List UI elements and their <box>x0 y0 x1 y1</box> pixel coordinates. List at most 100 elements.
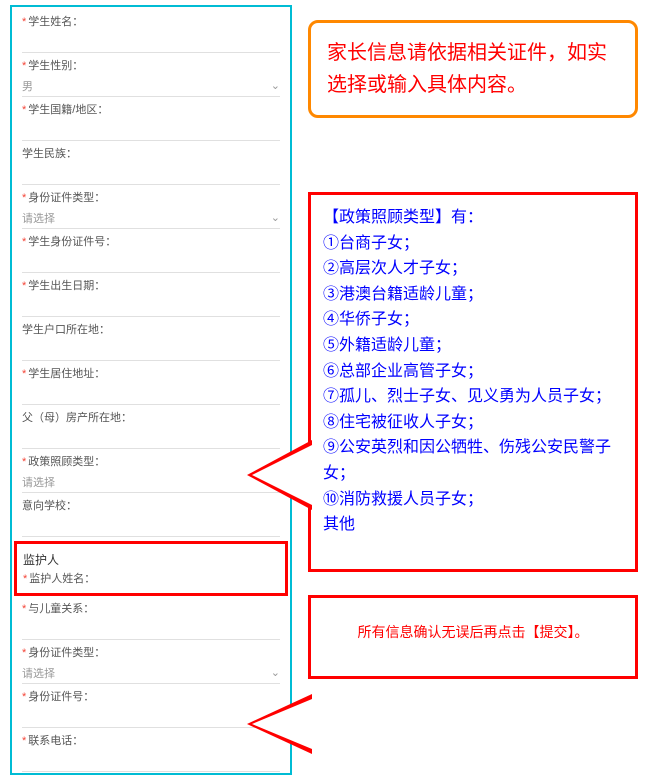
form-field: *政策照顾类型： 请选择⌄ <box>22 453 280 493</box>
select-input[interactable]: 男⌄ <box>22 75 280 97</box>
text-input[interactable] <box>22 31 280 53</box>
select-value: 男 <box>22 78 33 94</box>
text-input[interactable] <box>22 339 280 361</box>
text-input[interactable] <box>22 251 280 273</box>
chevron-down-icon: ⌄ <box>271 79 280 92</box>
form-field: *身份证件类型： 请选择 ⌄ <box>22 644 280 684</box>
field-label: 父（母）房产所在地： <box>22 409 280 425</box>
text-input[interactable] <box>22 163 280 185</box>
required-star: * <box>22 236 26 248</box>
chevron-down-icon: ⌄ <box>271 666 280 679</box>
field-label-text: 父（母）房产所在地： <box>22 412 132 424</box>
field-label-text: 学生民族： <box>22 148 77 160</box>
policy-item: ⑦孤儿、烈士子女、见义勇为人员子女； <box>323 384 623 410</box>
field-label-text: 与儿童关系： <box>28 603 94 615</box>
field-label: 学生户口所在地： <box>22 321 280 337</box>
info-callout-guardian: 家长信息请依据相关证件，如实选择或输入具体内容。 <box>308 20 638 118</box>
field-label: *与儿童关系： <box>22 600 280 616</box>
field-label-text: 学生性别： <box>28 60 83 72</box>
policy-item: ③港澳台籍适龄儿童； <box>323 282 623 308</box>
field-label-text: 学生身份证件号： <box>28 236 116 248</box>
required-star: * <box>22 192 26 204</box>
field-label-text: 学生姓名： <box>28 16 83 28</box>
info-callout-submit: 所有信息确认无误后再点击【提交】。 <box>308 595 638 679</box>
form-field: 父（母）房产所在地： <box>22 409 280 449</box>
required-star: * <box>22 647 26 659</box>
text-input[interactable] <box>22 750 280 772</box>
form-field: 学生民族： <box>22 145 280 185</box>
text-input[interactable] <box>22 427 280 449</box>
field-label-text: 学生国籍/地区： <box>28 104 108 116</box>
text-input[interactable] <box>22 618 280 640</box>
field-label: 学生民族： <box>22 145 280 161</box>
form-field: *学生出生日期： <box>22 277 280 317</box>
guardian-section-box: 监护人 *监护人姓名： <box>14 541 288 596</box>
field-label: *身份证件号： <box>22 688 280 704</box>
field-label: *联系电话： <box>22 732 280 748</box>
form-panel: *学生姓名：*学生性别：男⌄*学生国籍/地区：学生民族：*身份证件类型：请选择⌄… <box>10 5 292 775</box>
field-label-text: 学生出生日期： <box>28 280 105 292</box>
form-field: 意向学校： <box>22 497 280 537</box>
required-star: * <box>22 691 26 703</box>
field-label: *学生身份证件号： <box>22 233 280 249</box>
required-star: * <box>22 368 26 380</box>
policy-item: ⑤外籍适龄儿童； <box>323 333 623 359</box>
field-label: *学生居住地址： <box>22 365 280 381</box>
field-label-text: 政策照顾类型： <box>28 456 105 468</box>
field-label-text: 联系电话： <box>28 735 83 747</box>
select-input[interactable]: 请选择 ⌄ <box>22 207 280 229</box>
select-value: 请选择 <box>22 665 55 681</box>
field-label-text: 身份证件号： <box>28 691 94 703</box>
field-label: *身份证件类型： <box>22 644 280 660</box>
policy-item: ⑨公安英烈和因公牺牲、伤残公安民警子女； <box>323 435 623 486</box>
guardian-section-title: 监护人 <box>23 551 279 568</box>
field-label-text: 意向学校： <box>22 500 77 512</box>
field-label: *学生性别： <box>22 57 280 73</box>
field-label: *学生出生日期： <box>22 277 280 293</box>
form-field: *身份证件号： <box>22 688 280 728</box>
select-input[interactable]: 请选择 ⌄ <box>22 662 280 684</box>
form-field: *学生身份证件号： <box>22 233 280 273</box>
form-field: *身份证件类型： 请选择 ⌄ <box>22 189 280 229</box>
chevron-down-icon: ⌄ <box>271 211 280 224</box>
guardian-name-field: *监护人姓名： <box>23 570 279 586</box>
field-label: *学生姓名： <box>22 13 280 29</box>
field-label-text: 身份证件类型： <box>28 192 105 204</box>
policy-items: ①台商子女；②高层次人才子女；③港澳台籍适龄儿童；④华侨子女；⑤外籍适龄儿童；⑥… <box>323 231 623 538</box>
field-label: 意向学校： <box>22 497 280 513</box>
policy-item: 其他 <box>323 512 623 538</box>
field-label: *身份证件类型： <box>22 189 280 205</box>
policy-item: ①台商子女； <box>323 231 623 257</box>
required-star: * <box>22 104 26 116</box>
field-label-text: 身份证件类型： <box>28 647 105 659</box>
info-callout-policy: 【政策照顾类型】有： ①台商子女；②高层次人才子女；③港澳台籍适龄儿童；④华侨子… <box>308 192 638 572</box>
select-value: 请选择 <box>22 210 55 226</box>
form-field: *学生姓名： <box>22 13 280 53</box>
callout-arrow-1-fill <box>252 445 312 505</box>
form-field: *学生国籍/地区： <box>22 101 280 141</box>
text-input[interactable] <box>22 119 280 141</box>
policy-item: ④华侨子女； <box>323 307 623 333</box>
text-input[interactable] <box>22 295 280 317</box>
required-star: * <box>23 573 27 585</box>
select-input[interactable]: 请选择⌄ <box>22 471 280 493</box>
text-input[interactable] <box>22 515 280 537</box>
fields2-container: *与儿童关系：*身份证件类型：请选择⌄*身份证件号：*联系电话：*居住地址：工作… <box>22 600 280 775</box>
policy-title: 【政策照顾类型】有： <box>323 205 623 231</box>
text-input[interactable] <box>22 706 280 728</box>
policy-item: ⑥总部企业高管子女； <box>323 359 623 385</box>
form-field: *学生性别：男⌄ <box>22 57 280 97</box>
required-star: * <box>22 16 26 28</box>
text-input[interactable] <box>22 383 280 405</box>
fields-container: *学生姓名：*学生性别：男⌄*学生国籍/地区：学生民族：*身份证件类型：请选择⌄… <box>22 13 280 537</box>
field-label-text: 学生户口所在地： <box>22 324 110 336</box>
required-star: * <box>22 735 26 747</box>
policy-item: ⑩消防救援人员子女； <box>323 487 623 513</box>
required-star: * <box>22 456 26 468</box>
guardian-name-label: *监护人姓名： <box>23 570 279 586</box>
form-field: *联系电话： <box>22 732 280 772</box>
field-label: *政策照顾类型： <box>22 453 280 469</box>
field-label-text: 学生居住地址： <box>28 368 105 380</box>
policy-item: ②高层次人才子女； <box>323 256 623 282</box>
form-field: 学生户口所在地： <box>22 321 280 361</box>
